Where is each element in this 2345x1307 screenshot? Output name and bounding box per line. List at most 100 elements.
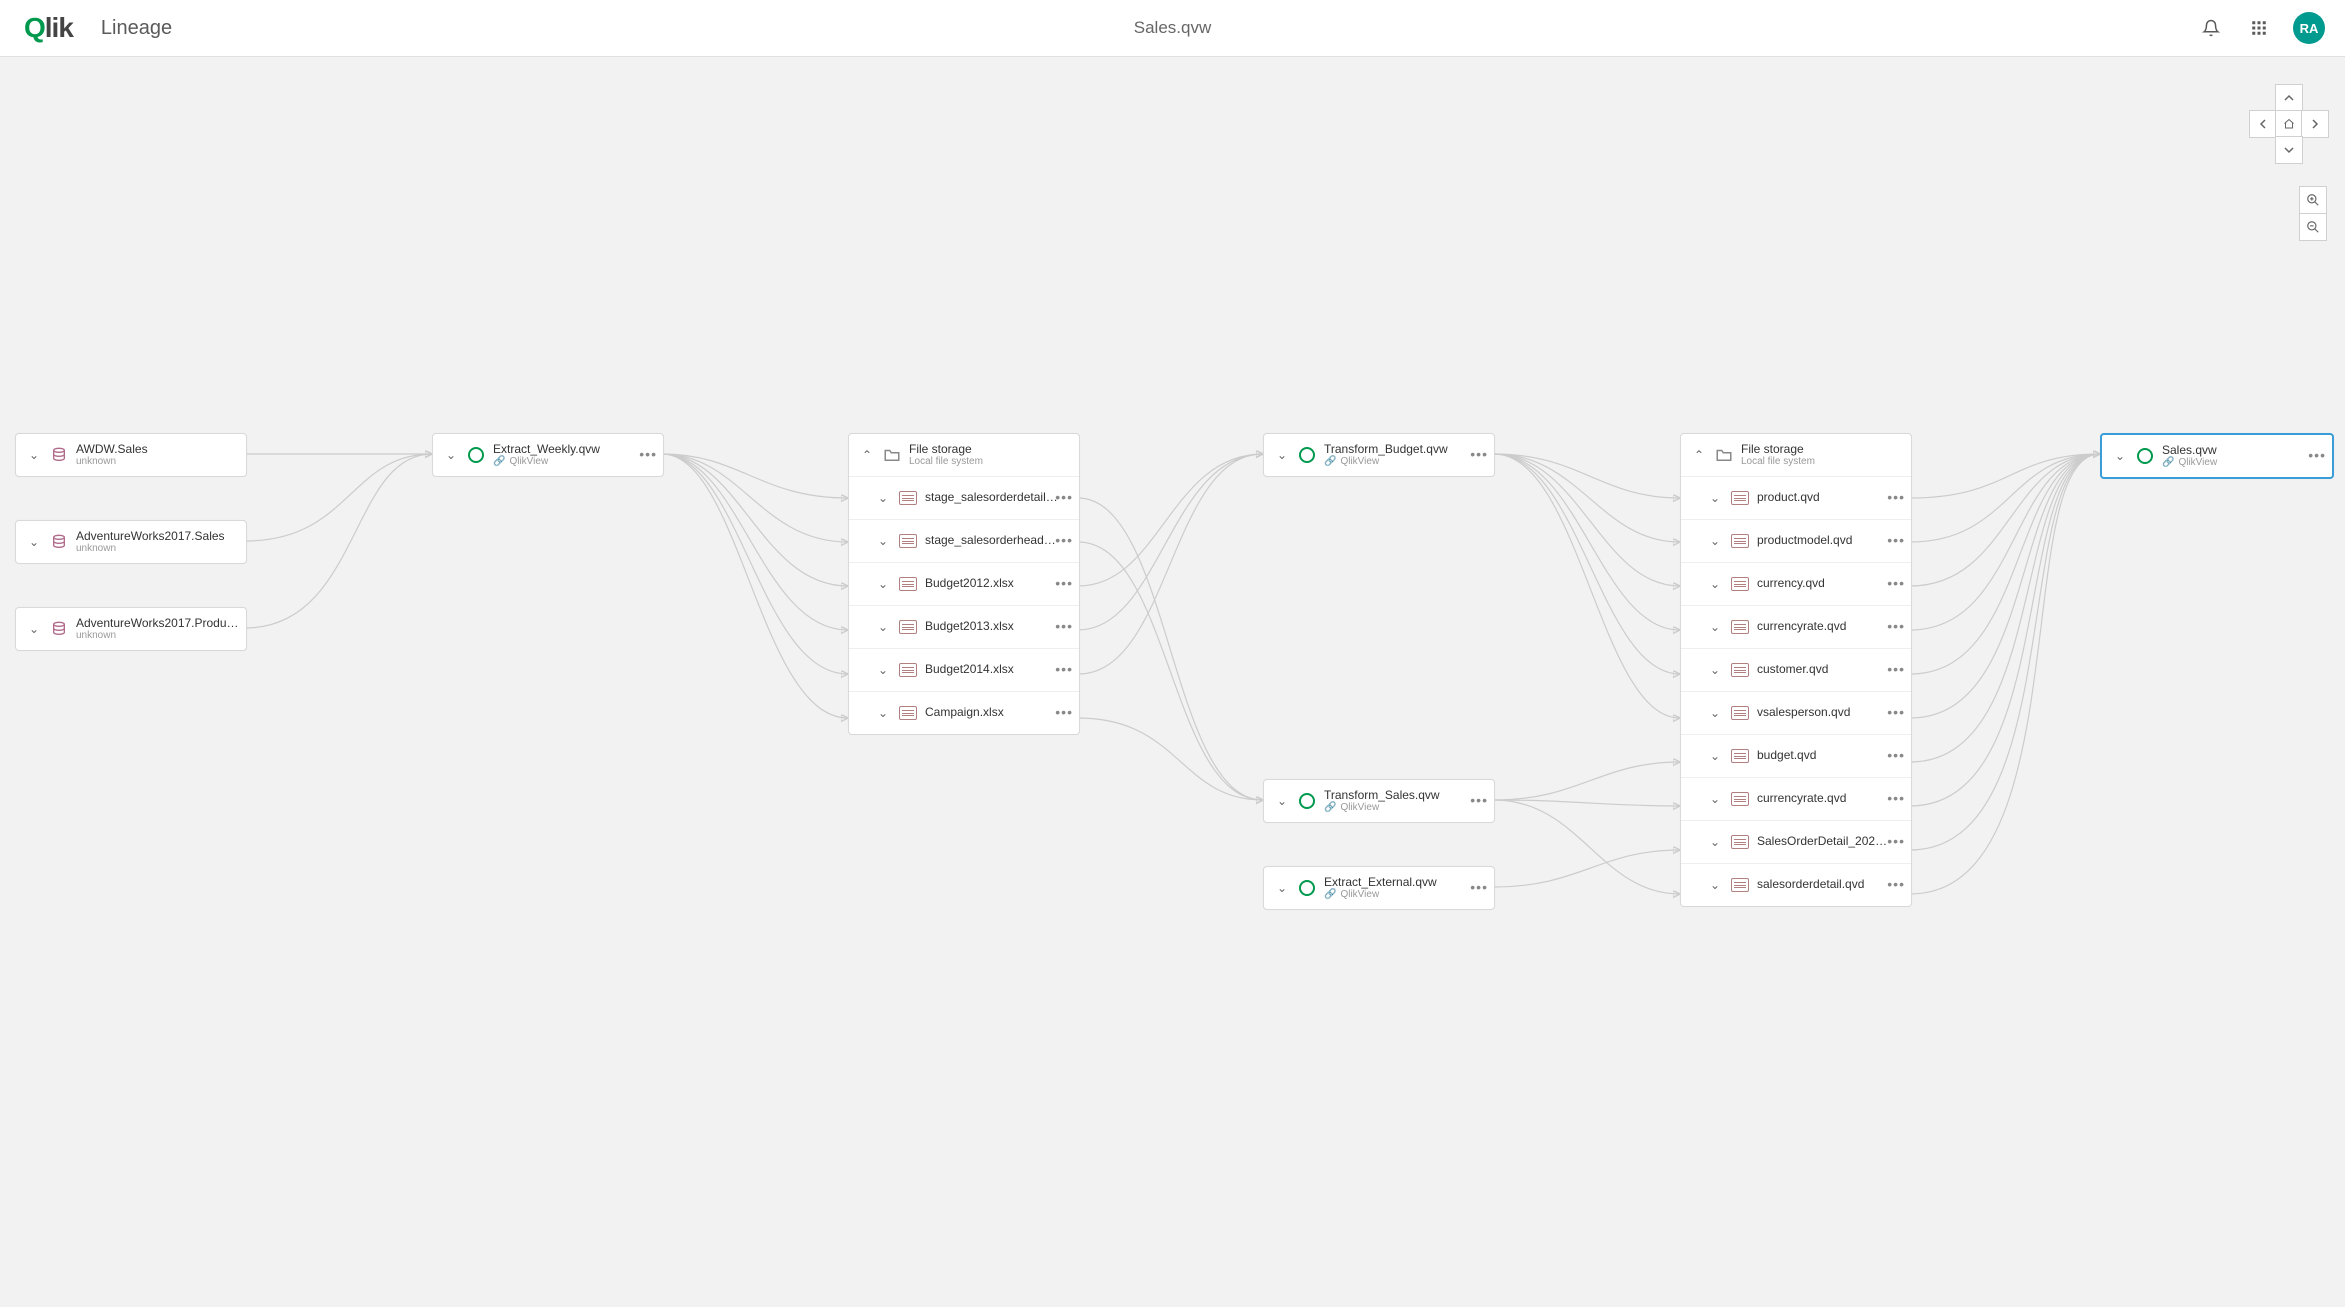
file-row[interactable]: ⌄vsalesperson.qvd••• — [1681, 691, 1911, 734]
row-menu-icon[interactable]: ••• — [1055, 704, 1073, 720]
app-header: Qlik Lineage Sales.qvw RA — [0, 0, 2345, 57]
row-menu-icon[interactable]: ••• — [1887, 661, 1905, 677]
collapse-toggle[interactable]: ⌃ — [857, 445, 877, 465]
node-menu-icon[interactable]: ••• — [2308, 447, 2326, 463]
link-icon: 🔗 — [1324, 456, 1336, 467]
node-menu-icon[interactable]: ••• — [1470, 446, 1488, 462]
expand-toggle[interactable]: ⌄ — [1705, 488, 1725, 508]
node-extract-external[interactable]: ⌄ Extract_External.qvw 🔗QlikView ••• — [1263, 866, 1495, 910]
node-subtitle: Local file system — [1741, 456, 1911, 467]
file-row[interactable]: ⌄ stage_salesorderhead… ••• — [849, 519, 1079, 562]
node-file-storage-2[interactable]: ⌃ File storage Local file system ⌄produc… — [1680, 433, 1912, 907]
node-menu-icon[interactable]: ••• — [639, 446, 657, 462]
row-menu-icon[interactable]: ••• — [1887, 618, 1905, 634]
nav-left-button[interactable] — [2249, 110, 2277, 138]
node-sales-qvw[interactable]: ⌄ Sales.qvw 🔗QlikView ••• — [2100, 433, 2334, 479]
file-row[interactable]: ⌄customer.qvd••• — [1681, 648, 1911, 691]
expand-toggle[interactable]: ⌄ — [24, 619, 44, 639]
zoom-in-button[interactable] — [2299, 186, 2327, 214]
expand-toggle[interactable]: ⌄ — [24, 532, 44, 552]
database-icon — [48, 531, 70, 553]
node-menu-icon[interactable]: ••• — [1470, 792, 1488, 808]
expand-toggle[interactable]: ⌄ — [1272, 878, 1292, 898]
nav-right-button[interactable] — [2301, 110, 2329, 138]
expand-toggle[interactable]: ⌄ — [873, 531, 893, 551]
row-menu-icon[interactable]: ••• — [1887, 790, 1905, 806]
expand-toggle[interactable]: ⌄ — [1705, 617, 1725, 637]
expand-toggle[interactable]: ⌄ — [1272, 791, 1292, 811]
expand-toggle[interactable]: ⌄ — [1705, 789, 1725, 809]
expand-toggle[interactable]: ⌄ — [1705, 875, 1725, 895]
expand-toggle[interactable]: ⌄ — [1705, 746, 1725, 766]
expand-toggle[interactable]: ⌄ — [1705, 660, 1725, 680]
node-title: Transform_Budget.qvw — [1324, 443, 1494, 456]
file-row[interactable]: ⌄ Budget2014.xlsx ••• — [849, 648, 1079, 691]
node-source-adventureworks-sales[interactable]: ⌄ AdventureWorks2017.Sales unknown — [15, 520, 247, 564]
file-row[interactable]: ⌄currency.qvd••• — [1681, 562, 1911, 605]
file-row[interactable]: ⌄ stage_salesorderdetail… ••• — [849, 476, 1079, 519]
link-icon: 🔗 — [2162, 457, 2174, 468]
row-menu-icon[interactable]: ••• — [1887, 575, 1905, 591]
expand-toggle[interactable]: ⌄ — [873, 617, 893, 637]
data-file-icon — [897, 573, 919, 595]
row-menu-icon[interactable]: ••• — [1055, 532, 1073, 548]
row-menu-icon[interactable]: ••• — [1887, 532, 1905, 548]
node-source-awdw-sales[interactable]: ⌄ AWDW.Sales unknown — [15, 433, 247, 477]
expand-toggle[interactable]: ⌄ — [2110, 446, 2130, 466]
node-menu-icon[interactable]: ••• — [1470, 879, 1488, 895]
apps-grid-icon[interactable] — [2245, 14, 2273, 42]
file-row[interactable]: ⌄salesorderdetail.qvd••• — [1681, 863, 1911, 906]
nav-home-button[interactable] — [2275, 110, 2303, 138]
row-menu-icon[interactable]: ••• — [1055, 489, 1073, 505]
user-avatar[interactable]: RA — [2293, 12, 2325, 44]
node-transform-budget[interactable]: ⌄ Transform_Budget.qvw 🔗QlikView ••• — [1263, 433, 1495, 477]
notifications-icon[interactable] — [2197, 14, 2225, 42]
row-menu-icon[interactable]: ••• — [1887, 704, 1905, 720]
node-title: AdventureWorks2017.Sales — [76, 530, 246, 543]
file-row[interactable]: ⌄SalesOrderDetail_202…••• — [1681, 820, 1911, 863]
file-row[interactable]: ⌄ Budget2013.xlsx ••• — [849, 605, 1079, 648]
expand-toggle[interactable]: ⌄ — [1705, 531, 1725, 551]
collapse-toggle[interactable]: ⌃ — [1689, 445, 1709, 465]
logo-letter-q: Q — [24, 12, 45, 43]
zoom-out-button[interactable] — [2299, 214, 2327, 241]
row-menu-icon[interactable]: ••• — [1055, 575, 1073, 591]
expand-toggle[interactable]: ⌄ — [1705, 574, 1725, 594]
expand-toggle[interactable]: ⌄ — [873, 703, 893, 723]
row-menu-icon[interactable]: ••• — [1887, 833, 1905, 849]
expand-toggle[interactable]: ⌄ — [1705, 832, 1725, 852]
row-menu-icon[interactable]: ••• — [1887, 489, 1905, 505]
file-row[interactable]: ⌄budget.qvd••• — [1681, 734, 1911, 777]
data-file-icon — [897, 530, 919, 552]
row-menu-icon[interactable]: ••• — [1887, 747, 1905, 763]
data-file-icon — [897, 616, 919, 638]
data-file-icon — [1729, 788, 1751, 810]
data-file-icon — [1729, 831, 1751, 853]
lineage-canvas[interactable]: ⌄ AWDW.Sales unknown ⌄ AdventureWorks201… — [0, 56, 2345, 1307]
node-source-adventureworks-product[interactable]: ⌄ AdventureWorks2017.Produ… unknown — [15, 607, 247, 651]
expand-toggle[interactable]: ⌄ — [1705, 703, 1725, 723]
nav-down-button[interactable] — [2275, 136, 2303, 164]
file-row[interactable]: ⌄currencyrate.qvd••• — [1681, 605, 1911, 648]
file-row[interactable]: ⌄ Campaign.xlsx ••• — [849, 691, 1079, 734]
expand-toggle[interactable]: ⌄ — [1272, 445, 1292, 465]
row-menu-icon[interactable]: ••• — [1055, 661, 1073, 677]
row-menu-icon[interactable]: ••• — [1055, 618, 1073, 634]
expand-toggle[interactable]: ⌄ — [24, 445, 44, 465]
node-transform-sales[interactable]: ⌄ Transform_Sales.qvw 🔗QlikView ••• — [1263, 779, 1495, 823]
file-row[interactable]: ⌄productmodel.qvd••• — [1681, 519, 1911, 562]
row-menu-icon[interactable]: ••• — [1887, 876, 1905, 892]
node-file-storage-1[interactable]: ⌃ File storage Local file system ⌄ stage… — [848, 433, 1080, 735]
expand-toggle[interactable]: ⌄ — [873, 574, 893, 594]
expand-toggle[interactable]: ⌄ — [873, 488, 893, 508]
expand-toggle[interactable]: ⌄ — [441, 445, 461, 465]
expand-toggle[interactable]: ⌄ — [873, 660, 893, 680]
logo-rest: lik — [45, 12, 73, 43]
file-row[interactable]: ⌄product.qvd••• — [1681, 476, 1911, 519]
file-row[interactable]: ⌄ Budget2012.xlsx ••• — [849, 562, 1079, 605]
file-row[interactable]: ⌄currencyrate.qvd••• — [1681, 777, 1911, 820]
node-extract-weekly[interactable]: ⌄ Extract_Weekly.qvw 🔗QlikView ••• — [432, 433, 664, 477]
link-icon: 🔗 — [1324, 889, 1336, 900]
header-right: RA — [2197, 12, 2325, 44]
nav-up-button[interactable] — [2275, 84, 2303, 112]
